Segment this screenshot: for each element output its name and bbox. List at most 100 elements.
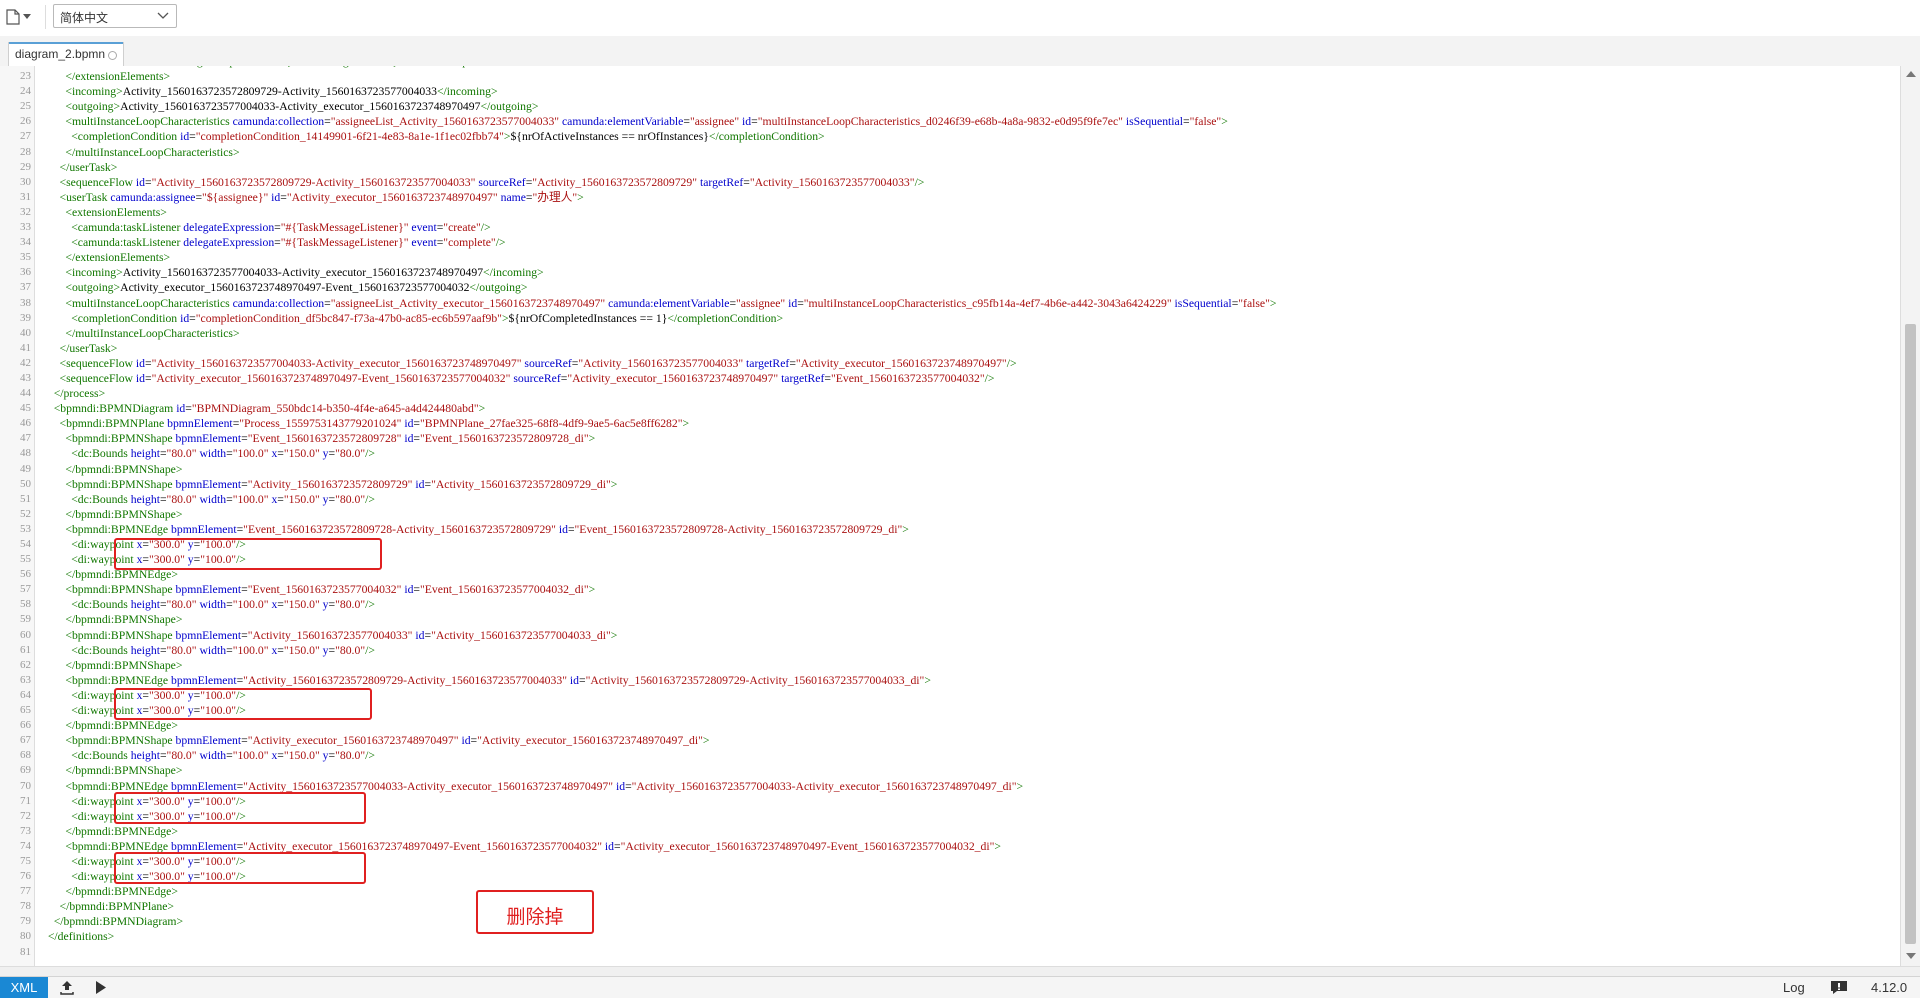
code-token: event [411,221,437,235]
code-token: > [501,311,509,325]
code-token: "80.0" [166,749,197,763]
line-number: 79 [20,915,31,928]
code-line: 38 <multiInstanceLoopCharacteristics cam… [0,296,1900,311]
line-number: 59 [20,613,31,626]
code-token: <sequenceFlow [42,356,136,370]
line-number: 62 [20,658,31,671]
code-token: bpmnElement [175,628,242,642]
code-token: = [324,115,331,129]
code-token: bpmnElement [171,839,237,853]
line-code: <bpmndi:BPMNShape bpmnElement="Event_156… [42,431,595,446]
code-token: = [277,492,284,506]
code-line: 57 <bpmndi:BPMNShape bpmnElement="Event_… [0,582,1900,597]
line-code: <bpmndi:BPMNShape bpmnElement="Activity_… [42,628,617,643]
code-token: "80.0" [335,492,366,506]
highlight-box-waypoints-1 [114,538,382,570]
line-number: 67 [20,734,31,747]
code-token: "Activity_executor_1560163723748970497-E… [243,839,602,853]
upload-icon[interactable] [59,980,75,995]
code-token: id [461,734,471,748]
code-token: = [789,356,796,370]
code-token: "80.0" [166,598,197,612]
code-token: <multiInstanceLoopCharacteristics [42,115,233,129]
play-icon[interactable] [94,980,108,995]
code-token: bpmnElement [171,673,237,687]
xml-editor[interactable]: 22 <camunda:taskListener delegateExpress… [0,66,1900,966]
code-token: width [199,598,227,612]
code-token: width [199,492,227,506]
code-line: 46 <bpmndi:BPMNPlane bpmnElement="Proces… [0,416,1900,431]
line-number: 52 [20,507,31,520]
code-line: 30 <sequenceFlow id="Activity_1560163723… [0,175,1900,190]
code-token: "Activity_1560163723577004033-Activity_e… [631,779,1017,793]
line-code: </multiInstanceLoopCharacteristics> [42,145,239,160]
code-token: </process> [42,387,106,401]
line-number: 48 [20,447,31,460]
line-code: </multiInstanceLoopCharacteristics> [42,326,239,341]
code-token: bpmnElement [175,734,242,748]
code-line: 32 <extensionElements> [0,205,1900,220]
new-file-button[interactable] [6,6,40,28]
code-token: </userTask> [42,160,118,174]
code-token: <completionCondition [42,130,181,144]
line-number: 44 [20,387,31,400]
scroll-down-arrow-icon[interactable] [1906,953,1916,959]
code-token: /> [365,492,375,506]
code-token: </bpmndi:BPMNShape> [42,658,183,672]
line-code: <bpmndi:BPMNEdge bpmnElement="Event_1560… [42,522,908,537]
code-token: = [797,296,804,310]
code-line: 73 </bpmndi:BPMNEdge> [0,824,1900,839]
line-number: 30 [20,175,31,188]
code-token: "complete" [443,236,496,250]
code-token: = [277,447,284,461]
line-number: 26 [20,115,31,128]
code-token: = [226,447,233,461]
log-button[interactable]: Log [1783,980,1805,995]
line-code: <camunda:taskListener delegateExpression… [42,235,505,250]
code-token: > [924,673,931,687]
code-token: <camunda:taskListener [42,236,184,250]
code-token: = [274,221,281,235]
line-code: </bpmndi:BPMNShape> [42,462,182,477]
tab-diagram-2[interactable]: diagram_2.bpmn [8,42,124,66]
code-token: </bpmndi:BPMNEdge> [42,885,178,899]
line-number: 76 [20,870,31,883]
close-tab-icon[interactable] [108,51,117,60]
line-number: 50 [20,477,31,490]
code-token: </userTask> [42,341,118,355]
code-token: = [241,628,248,642]
code-token: > [1016,779,1024,793]
scrollbar-thumb[interactable] [1905,324,1916,944]
code-token: "80.0" [166,643,197,657]
language-select[interactable]: 简体中文 [53,4,177,28]
line-number: 72 [20,809,31,822]
vertical-scrollbar[interactable] [1900,66,1920,966]
code-token: "Activity_1560163723577004033_di" [431,628,611,642]
feedback-icon[interactable] [1830,980,1848,995]
xml-mode-tab[interactable]: XML [0,977,48,998]
code-line: 44 </process> [0,386,1900,401]
code-line: 60 <bpmndi:BPMNShape bpmnElement="Activi… [0,628,1900,643]
code-token: "false" [1238,296,1270,310]
code-token: width [199,643,227,657]
line-number: 23 [20,70,31,83]
line-number: 61 [20,643,31,656]
code-token: "100.0" [232,492,269,506]
code-line: 61 <dc:Bounds height="80.0" width="100.0… [0,643,1900,658]
code-token: height [130,749,160,763]
code-line: 59 </bpmndi:BPMNShape> [0,612,1900,627]
code-token: > [682,417,690,431]
scroll-up-arrow-icon[interactable] [1906,71,1916,77]
code-token: = [226,598,233,612]
code-line: 43 <sequenceFlow id="Activity_executor_1… [0,371,1900,386]
code-line: 66 </bpmndi:BPMNEdge> [0,718,1900,733]
code-token: </completionCondition> [667,311,784,325]
line-number: 31 [20,190,31,203]
line-code: <bpmndi:BPMNEdge bpmnElement="Activity_1… [42,673,931,688]
code-token: = [578,673,586,687]
code-token: = [1183,115,1190,129]
code-token: <dc:Bounds [42,447,131,461]
code-token: "80.0" [335,598,366,612]
code-token: "Activity_1560163723572809729-Activity_1… [243,673,567,687]
code-token: "BPMNDiagram_550bdc14-b350-4f4e-a645-a4d… [191,402,479,416]
